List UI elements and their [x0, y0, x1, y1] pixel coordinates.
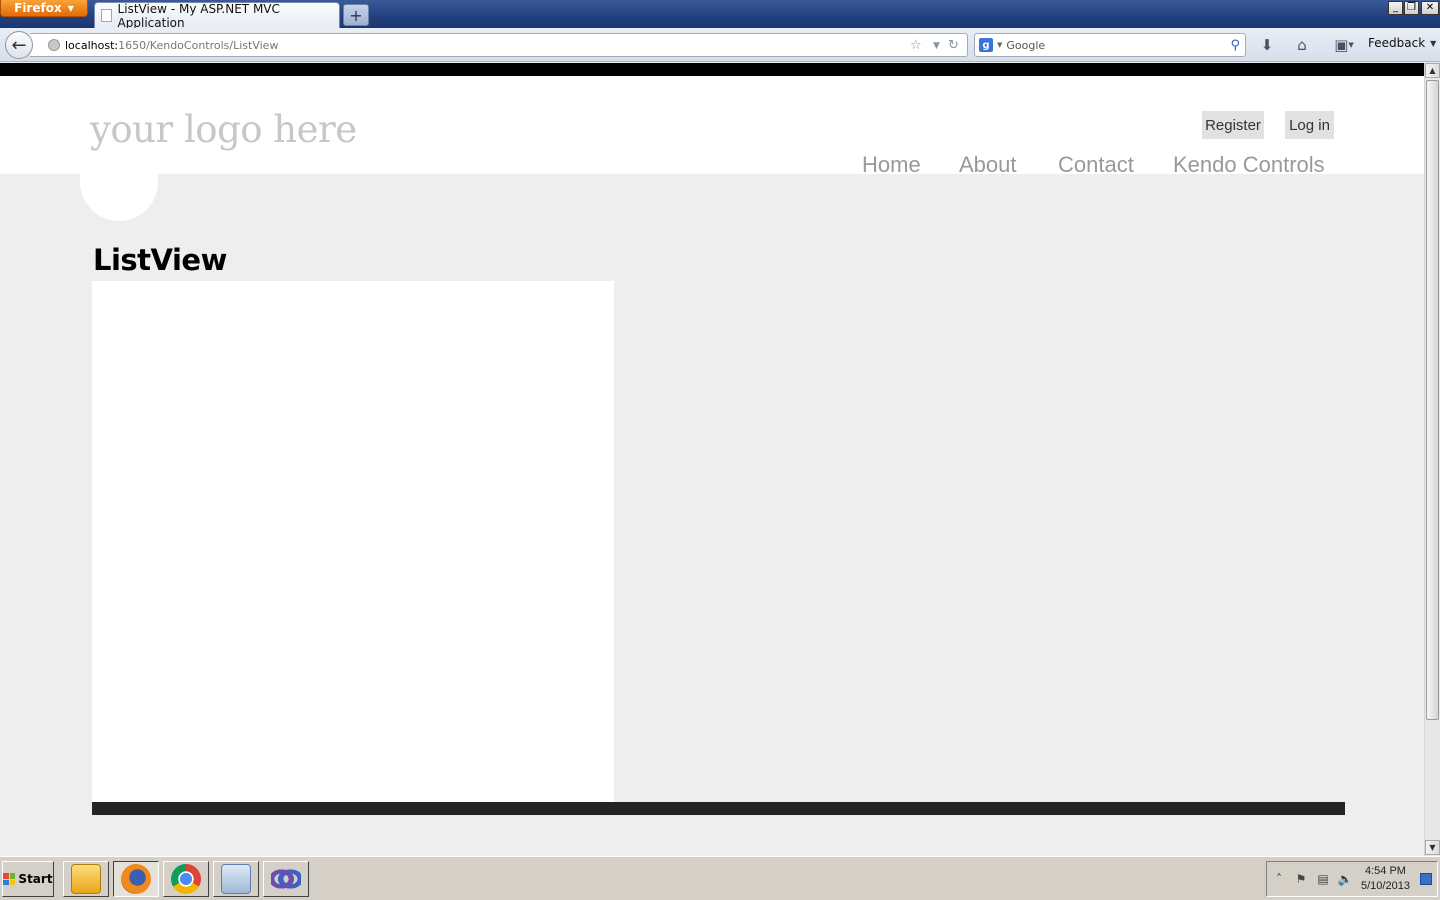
search-bar[interactable]: g ▼ Google ⚲ — [974, 33, 1246, 57]
page-top-bar — [0, 63, 1424, 76]
firefox-menu-button[interactable]: Firefox ▼ — [0, 0, 88, 17]
site-logo[interactable]: your logo here — [90, 108, 357, 151]
page-icon — [101, 9, 112, 22]
taskbar-outlook[interactable] — [63, 861, 109, 897]
nav-item-contact[interactable]: Contact — [1058, 152, 1134, 178]
show-desktop-button[interactable] — [1419, 873, 1432, 885]
minimize-icon: _ — [1393, 2, 1398, 13]
clock-date: 5/10/2013 — [1361, 880, 1410, 892]
chevron-down-icon: ▼ — [1348, 41, 1354, 49]
browser-title-bar: Firefox ▼ ListView - My ASP.NET MVC Appl… — [0, 0, 1440, 30]
new-tab-button[interactable]: + — [343, 4, 369, 26]
minimize-button[interactable]: _ — [1388, 1, 1403, 15]
restore-button[interactable]: ❐ — [1404, 1, 1419, 15]
scroll-down-button[interactable]: ▼ — [1425, 840, 1440, 855]
system-tray: ˄ ⚑ ▤ 🔈 4:54 PM 5/10/2013 — [1266, 861, 1438, 897]
bookmarks-icon: ▣ — [1334, 36, 1349, 54]
chevron-down-icon[interactable]: ▼ — [997, 41, 1002, 49]
start-label: Start — [18, 872, 53, 886]
action-center-icon[interactable]: ⚑ — [1293, 871, 1309, 887]
scroll-up-button[interactable]: ▲ — [1425, 63, 1440, 78]
back-button[interactable]: ← — [5, 31, 33, 59]
start-button[interactable]: Start — [2, 861, 54, 897]
taskbar-chrome[interactable] — [163, 861, 209, 897]
show-hidden-icons-icon[interactable]: ˄ — [1271, 871, 1287, 887]
firefox-menu-label: Firefox — [14, 1, 62, 15]
nav-item-about[interactable]: About — [959, 152, 1017, 178]
tab-title: ListView - My ASP.NET MVC Application — [117, 1, 280, 30]
bookmarks-button[interactable]: ▣ ▼ — [1329, 34, 1359, 56]
clock-time: 4:54 PM — [1364, 865, 1406, 877]
firefox-icon — [121, 864, 151, 894]
vertical-scrollbar[interactable]: ▲ ▼ — [1424, 63, 1440, 856]
listview-container[interactable] — [92, 281, 614, 803]
outlook-icon — [71, 864, 101, 894]
url-host: localhost: — [65, 38, 119, 52]
windows-taskbar: Start ˄ ⚑ ▤ 🔈 4:54 PM 5/10/2013 — [0, 856, 1440, 900]
taskbar-lync[interactable] — [213, 861, 259, 897]
page-viewport: your logo here Register Log in Home Abou… — [0, 63, 1424, 856]
scroll-thumb[interactable] — [1426, 80, 1439, 720]
lync-icon — [221, 864, 251, 894]
nav-item-kendo-controls[interactable]: Kendo Controls — [1173, 152, 1325, 178]
search-input[interactable]: Google — [1006, 39, 1226, 52]
feedback-button[interactable]: Feedback ▼ — [1368, 36, 1436, 50]
chevron-down-icon: ▼ — [1430, 38, 1437, 48]
feedback-label: Feedback — [1368, 36, 1426, 50]
page-title: ListView — [93, 243, 227, 277]
browser-tab-active[interactable]: ListView - My ASP.NET MVC Application — [94, 1, 340, 30]
site-header: your logo here Register Log in Home Abou… — [0, 76, 1424, 221]
globe-icon — [48, 39, 60, 51]
close-icon: ✕ — [1425, 2, 1435, 13]
bookmark-star-icon[interactable]: ☆ — [910, 38, 922, 53]
back-arrow-icon: ← — [11, 34, 27, 56]
home-icon: ⌂ — [1297, 36, 1307, 54]
register-link[interactable]: Register — [1202, 111, 1264, 139]
logo-circle — [80, 143, 158, 221]
plus-icon: + — [349, 5, 363, 25]
home-button[interactable]: ⌂ — [1293, 34, 1311, 56]
nav-item-home[interactable]: Home — [862, 152, 921, 178]
footer-bar — [92, 802, 1345, 815]
visual-studio-icon — [271, 864, 301, 894]
taskbar-firefox[interactable] — [113, 861, 159, 897]
chevron-down-icon: ▼ — [67, 3, 74, 13]
chrome-icon — [171, 864, 201, 894]
close-button[interactable]: ✕ — [1421, 1, 1439, 15]
taskbar-visual-studio[interactable] — [263, 861, 309, 897]
downloads-button[interactable]: ⬇ — [1258, 34, 1276, 56]
login-link[interactable]: Log in — [1285, 111, 1334, 139]
history-dropdown-icon[interactable]: ▼ — [933, 41, 940, 51]
url-bar[interactable]: localhost:1650/KendoControls/ListView ☆ … — [30, 33, 968, 57]
clock[interactable]: 4:54 PM 5/10/2013 — [1361, 864, 1410, 894]
chevron-down-icon: ▼ — [1429, 843, 1436, 852]
search-icon[interactable]: ⚲ — [1230, 38, 1240, 53]
google-icon[interactable]: g — [979, 38, 993, 52]
browser-nav-bar: localhost:1650/KendoControls/ListView ☆ … — [0, 28, 1440, 62]
url-path: 1650/KendoControls/ListView — [118, 38, 279, 52]
download-arrow-icon: ⬇ — [1260, 36, 1274, 54]
network-icon[interactable]: ▤ — [1315, 871, 1331, 887]
windows-logo-icon — [3, 873, 16, 885]
chevron-up-icon: ▲ — [1429, 66, 1436, 75]
url-text[interactable]: localhost:1650/KendoControls/ListView — [65, 39, 278, 52]
restore-icon: ❐ — [1407, 2, 1416, 13]
volume-icon[interactable]: 🔈 — [1337, 871, 1353, 887]
reload-icon[interactable]: ↻ — [948, 38, 959, 53]
